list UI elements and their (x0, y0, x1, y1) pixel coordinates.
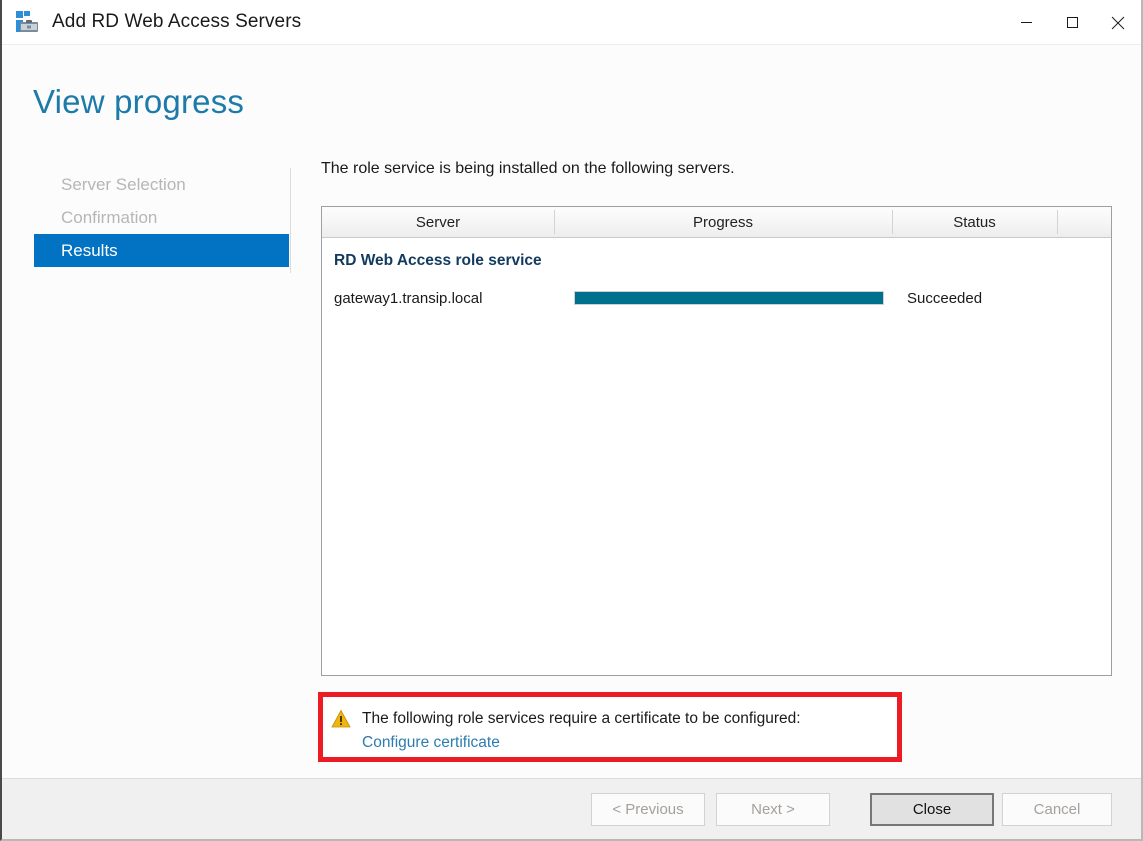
table-row[interactable]: gateway1.transip.local Succeeded (322, 286, 1111, 310)
wizard-nav: Server Selection Confirmation Results (34, 168, 289, 267)
sidebar-item-label: Results (61, 241, 118, 260)
configure-certificate-link[interactable]: Configure certificate (362, 731, 801, 755)
sidebar-item-confirmation[interactable]: Confirmation (34, 201, 289, 234)
cell-server-name: gateway1.transip.local (334, 289, 483, 307)
warning-content: The following role services require a ce… (362, 707, 801, 755)
cell-status: Succeeded (907, 289, 983, 307)
server-manager-icon (14, 9, 40, 35)
main-content: The role service is being installed on t… (321, 160, 1112, 676)
certificate-warning-box: The following role services require a ce… (318, 692, 902, 762)
table-header-row: Server Progress Status (322, 207, 1111, 238)
dialog-window: Add RD Web Access Servers View progress (0, 0, 1143, 841)
previous-button[interactable]: < Previous (591, 793, 705, 826)
maximize-icon (1066, 17, 1078, 28)
column-header-server[interactable]: Server (322, 207, 554, 237)
window-title: Add RD Web Access Servers (52, 11, 302, 32)
column-header-progress[interactable]: Progress (554, 207, 892, 237)
column-header-status[interactable]: Status (892, 207, 1057, 237)
sidebar-item-server-selection[interactable]: Server Selection (34, 168, 289, 201)
column-header-extra[interactable] (1057, 207, 1111, 237)
sidebar-item-label: Confirmation (61, 208, 158, 227)
warning-triangle-icon (331, 709, 351, 728)
minimize-icon (1020, 22, 1032, 23)
table-body: RD Web Access role service gateway1.tran… (322, 238, 1111, 310)
main-description: The role service is being installed on t… (321, 160, 735, 177)
title-bar: Add RD Web Access Servers (2, 0, 1141, 45)
next-button[interactable]: Next > (716, 793, 830, 826)
progress-table: Server Progress Status RD Web Access rol… (321, 206, 1112, 676)
sidebar-item-results[interactable]: Results (34, 234, 289, 267)
close-button[interactable] (1095, 0, 1141, 45)
page-title: View progress (33, 83, 245, 120)
close-icon (1111, 16, 1125, 29)
progress-bar (574, 291, 884, 305)
window-controls (1003, 0, 1141, 45)
maximize-button[interactable] (1049, 0, 1095, 45)
cancel-button[interactable]: Cancel (1002, 793, 1112, 826)
nav-divider (290, 168, 291, 273)
sidebar-item-label: Server Selection (61, 175, 186, 194)
table-group-header: RD Web Access role service (334, 252, 542, 269)
minimize-button[interactable] (1003, 0, 1049, 45)
close-dialog-button[interactable]: Close (870, 793, 994, 826)
progress-bar-fill (575, 292, 883, 304)
cell-progress (554, 291, 892, 305)
warning-message: The following role services require a ce… (362, 710, 801, 727)
